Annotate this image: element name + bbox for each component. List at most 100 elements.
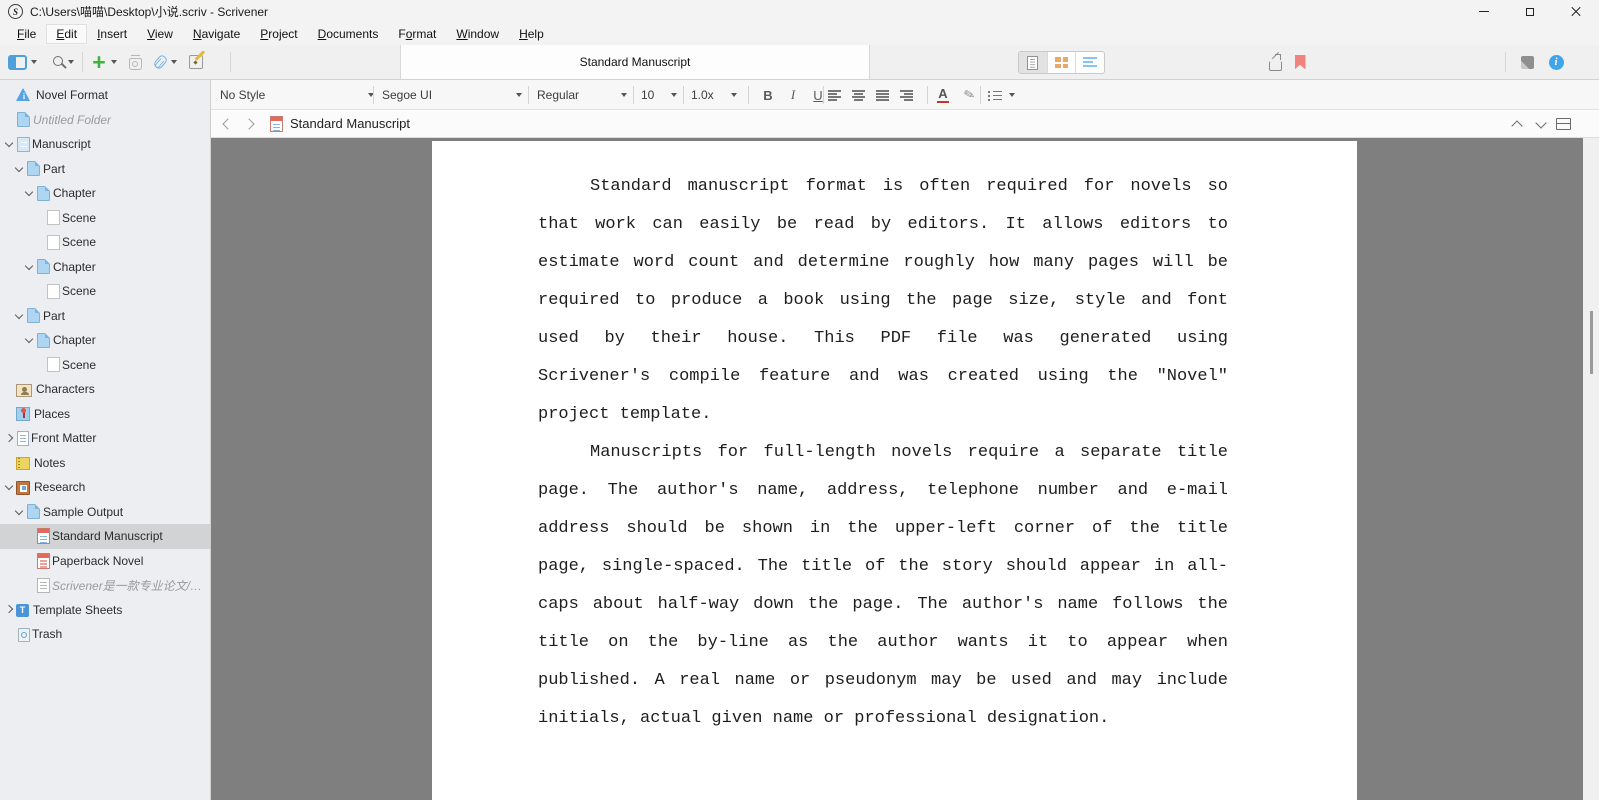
split-editor-icon[interactable] [1556, 118, 1571, 130]
next-doc-chevron-icon[interactable] [1535, 117, 1546, 128]
binder-item-sample-output[interactable]: Sample Output [0, 500, 210, 525]
inspector-button[interactable]: i [1543, 45, 1569, 79]
chevron-down-icon[interactable] [22, 186, 36, 200]
binder-item-novel-format[interactable]: Novel Format [0, 83, 210, 108]
binder-item-research[interactable]: Research [0, 475, 210, 500]
share-icon [1269, 61, 1282, 71]
binder-item-trash[interactable]: Trash [0, 622, 210, 647]
italic-button[interactable]: I [781, 84, 805, 106]
menu-edit[interactable]: Edit [46, 24, 87, 44]
chevron-down-icon[interactable] [22, 260, 36, 274]
list-dropdown[interactable] [1005, 84, 1019, 106]
document-line: Manuscripts for full-length novels requi… [538, 434, 1228, 472]
attach-dropdown[interactable] [168, 45, 180, 79]
move-to-trash-button[interactable] [122, 45, 148, 79]
view-mode-document[interactable] [1019, 52, 1048, 73]
binder-item-front-matter[interactable]: Front Matter [0, 426, 210, 451]
binder-item-part[interactable]: Part [0, 157, 210, 182]
document-tab[interactable]: Standard Manuscript [400, 45, 870, 79]
binder-toggle-dropdown[interactable] [28, 45, 40, 79]
binder-item-label: Standard Manuscript [52, 529, 167, 543]
toolbar-separator [1505, 52, 1506, 72]
menu-view[interactable]: View [137, 24, 183, 44]
menu-project[interactable]: Project [250, 24, 307, 44]
align-left-button[interactable] [822, 84, 846, 106]
binder-item-scene[interactable]: Scene [0, 230, 210, 255]
line-spacing-select[interactable]: 1.0x [691, 84, 737, 106]
binder-item-standard-manuscript[interactable]: Standard Manuscript [0, 524, 210, 549]
highlight-button[interactable]: ✎ [957, 84, 981, 106]
binder-item-places[interactable]: Places [0, 402, 210, 427]
binder-item-chapter[interactable]: Chapter [0, 328, 210, 353]
close-button[interactable] [1553, 0, 1599, 23]
chevron-down-icon [1009, 93, 1015, 97]
binder-item-label: Template Sheets [33, 603, 126, 617]
formatbar-separator [980, 86, 981, 104]
menu-bar: FileEditInsertViewNavigateProjectDocumen… [0, 23, 1599, 45]
chevron-right-icon[interactable] [2, 431, 16, 445]
font-select[interactable]: Segoe UI [382, 84, 522, 106]
menu-file[interactable]: File [7, 24, 46, 44]
binder-item-scene[interactable]: Scene [0, 206, 210, 231]
binder-item-characters[interactable]: Characters [0, 377, 210, 402]
chevron-down-icon[interactable] [22, 333, 36, 347]
chevron-down-icon[interactable] [2, 137, 16, 151]
binder-item-scene[interactable]: Scene [0, 353, 210, 378]
chevron-down-icon[interactable] [12, 162, 26, 176]
chevron-down-icon[interactable] [12, 309, 26, 323]
forward-chevron-icon[interactable] [243, 118, 254, 129]
binder-item-chapter[interactable]: Chapter [0, 255, 210, 280]
menu-documents[interactable]: Documents [308, 24, 389, 44]
style-select[interactable]: No Style [220, 84, 374, 106]
compose-button[interactable] [182, 45, 210, 79]
view-mode-outliner[interactable] [1076, 52, 1104, 73]
bold-button[interactable]: B [756, 84, 780, 106]
align-right-icon [900, 89, 913, 101]
binder-item-chapter[interactable]: Chapter [0, 181, 210, 206]
chevron-down-icon[interactable] [2, 480, 16, 494]
menu-insert[interactable]: Insert [87, 24, 137, 44]
binder-item-scene[interactable]: Scene [0, 279, 210, 304]
align-right-button[interactable] [894, 84, 918, 106]
vertical-scrollbar[interactable] [1583, 138, 1599, 800]
back-chevron-icon[interactable] [222, 118, 233, 129]
bookmark-button[interactable] [1288, 45, 1312, 79]
restore-button[interactable] [1507, 0, 1553, 23]
binder-item-label: Scrivener是一款专业论文/小... [52, 577, 210, 594]
menu-window[interactable]: Window [446, 24, 509, 44]
text-color-button[interactable]: A [931, 84, 955, 106]
view-mode-corkboard[interactable] [1048, 52, 1077, 73]
chevron-right-icon[interactable] [2, 603, 16, 617]
compose-mode-button[interactable] [1514, 45, 1540, 79]
binder-item-label: Part [43, 162, 69, 176]
binder-toggle-button[interactable] [4, 45, 30, 79]
scrollbar-thumb[interactable] [1590, 311, 1593, 374]
binder-item-scrivener[interactable]: Scrivener是一款专业论文/小... [0, 573, 210, 598]
binder-item-template-sheets[interactable]: Template Sheets [0, 598, 210, 623]
list-icon [988, 90, 1002, 101]
binder-item-paperback-novel[interactable]: Paperback Novel [0, 549, 210, 574]
previous-doc-chevron-icon[interactable] [1511, 120, 1522, 131]
menu-help[interactable]: Help [509, 24, 554, 44]
minimize-button[interactable] [1461, 0, 1507, 23]
font-size-select[interactable]: 10 [641, 84, 677, 106]
menu-navigate[interactable]: Navigate [183, 24, 250, 44]
align-center-icon [852, 89, 865, 101]
format-bar: No Style Segoe UI Regular 10 1.0x B I U … [211, 80, 1599, 110]
menu-format[interactable]: Format [388, 24, 446, 44]
align-center-button[interactable] [846, 84, 870, 106]
chevron-spacer [2, 456, 16, 470]
binder-item-untitled-folder[interactable]: Untitled Folder [0, 108, 210, 133]
font-variant-select[interactable]: Regular [537, 84, 627, 106]
align-justify-button[interactable] [870, 84, 894, 106]
binder-item-manuscript[interactable]: Manuscript [0, 132, 210, 157]
list-button[interactable] [983, 84, 1007, 106]
binder-item-part[interactable]: Part [0, 304, 210, 329]
search-dropdown[interactable] [65, 45, 77, 79]
add-item-dropdown[interactable] [108, 45, 120, 79]
share-button[interactable] [1262, 45, 1288, 79]
formatbar-separator [528, 86, 529, 104]
binder-item-notes[interactable]: Notes [0, 451, 210, 476]
binder-item-label: Trash [32, 627, 66, 641]
chevron-down-icon[interactable] [12, 505, 26, 519]
